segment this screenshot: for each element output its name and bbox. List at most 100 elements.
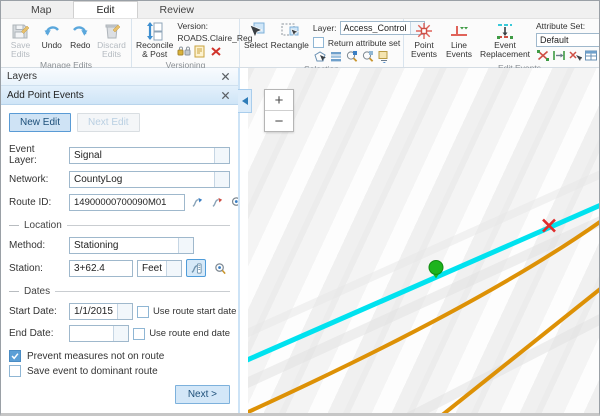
left-panel: Layers Add Point Events New Edit Next Ed… [1, 68, 239, 413]
event-replacement-icon [495, 21, 515, 41]
group-versioning: Reconcile & Post Version: ROADS.Claire_R… [132, 19, 240, 67]
start-date-label: Start Date: [9, 306, 65, 317]
point-events-button[interactable]: Point Events [407, 20, 441, 60]
point-events-icon [414, 21, 434, 41]
tab-edit[interactable]: Edit [73, 1, 137, 18]
ribbon: Map Edit Review Save Edits [1, 1, 599, 68]
event-layer-combo[interactable]: Signal [69, 147, 230, 164]
layers-pane-header: Layers [1, 68, 238, 86]
zoom-to-station-icon[interactable] [210, 259, 230, 277]
prevent-measures-checkbox[interactable] [9, 350, 21, 362]
app-window: Map Edit Review Save Edits [0, 0, 600, 416]
tab-review[interactable]: Review [138, 1, 216, 18]
ribbon-tabstrip: Map Edit Review [1, 1, 599, 19]
zoom-out-button[interactable]: − [265, 111, 293, 131]
end-date-combo[interactable] [69, 325, 129, 342]
route-id-combo[interactable]: 14900000700090M01 [69, 194, 185, 211]
method-caret-icon[interactable] [178, 238, 193, 253]
start-date-combo[interactable]: 1/1/2015 [69, 303, 133, 320]
selection-list-icon[interactable] [329, 50, 343, 63]
return-attribute-set-label: Return attribute set [328, 38, 400, 48]
save-dominant-route-checkbox[interactable] [9, 365, 21, 377]
zoom-to-selection-icon[interactable] [345, 50, 359, 63]
select-button[interactable]: Select [243, 20, 269, 52]
redo-icon [70, 21, 90, 41]
dates-separator: Dates [9, 286, 230, 297]
collapse-left-icon [242, 97, 248, 105]
next-button[interactable]: Next > [175, 385, 230, 404]
layers-close-icon[interactable] [218, 70, 232, 84]
event-replacement-button[interactable]: Event Replacement [477, 20, 533, 60]
network-caret-icon[interactable] [214, 172, 229, 187]
use-route-end-date-checkbox[interactable] [133, 328, 145, 340]
save-edits-button[interactable]: Save Edits [4, 20, 37, 60]
unit-combo[interactable]: Feet [137, 260, 182, 277]
group-edit-events: Point Events Line Events Event Replaceme… [404, 19, 600, 67]
retire-event-icon[interactable] [568, 49, 582, 62]
discard-edits-icon [102, 21, 122, 41]
selection-options-icon[interactable] [377, 50, 391, 63]
ribbon-body: Save Edits Undo Redo [1, 19, 599, 67]
delete-version-icon[interactable] [209, 45, 223, 58]
add-point-events-close-icon[interactable] [218, 88, 232, 102]
save-edits-icon [10, 21, 30, 41]
select-route-icon[interactable] [189, 193, 205, 211]
change-version-icon[interactable] [177, 45, 191, 58]
tab-map[interactable]: Map [9, 1, 73, 18]
start-date-caret-icon[interactable] [117, 304, 132, 319]
map-zoom-control: + − [264, 89, 294, 132]
layers-pane-title: Layers [7, 71, 218, 82]
zoom-in-button[interactable]: + [265, 90, 293, 111]
add-point-events-body: New Edit Next Edit Event Layer: Signal N… [1, 105, 238, 413]
use-route-end-date-label: Use route end date [149, 328, 230, 339]
line-events-icon [449, 21, 469, 41]
discard-edits-button[interactable]: Discard Edits [95, 20, 128, 60]
line-events-button[interactable]: Line Events [442, 20, 476, 60]
event-layer-caret-icon[interactable] [214, 148, 229, 163]
split-event-icon[interactable] [536, 49, 550, 62]
undo-icon [42, 21, 62, 41]
add-point-events-header: Add Point Events [1, 86, 238, 105]
rectangle-button[interactable]: Rectangle [270, 20, 310, 52]
new-version-icon[interactable] [193, 45, 207, 58]
map-view[interactable]: + − [248, 68, 599, 413]
attribute-set-label: Attribute Set: [536, 21, 600, 31]
group-manage-edits: Save Edits Undo Redo [1, 19, 132, 67]
pan-to-selection-icon[interactable] [361, 50, 375, 63]
use-route-start-date-label: Use route start date [153, 306, 236, 317]
panel-collapse-tab[interactable] [238, 89, 252, 113]
events-table-icon[interactable] [584, 49, 598, 62]
route-id-caret-icon[interactable] [170, 195, 184, 210]
end-date-caret-icon[interactable] [113, 326, 128, 341]
version-value: ROADS.Claire_Reg [177, 33, 239, 43]
zoom-to-route-icon[interactable] [229, 193, 238, 211]
attribute-set-combo[interactable]: Default [536, 33, 600, 47]
method-combo[interactable]: Stationing [69, 237, 194, 254]
save-dominant-route-label: Save event to dominant route [27, 366, 158, 377]
add-point-events-title: Add Point Events [7, 90, 218, 101]
use-route-start-date-checkbox[interactable] [137, 306, 149, 318]
unit-caret-icon[interactable] [166, 261, 181, 276]
reconcile-post-button[interactable]: Reconcile & Post [135, 20, 174, 60]
group-selection: Select Rectangle Layer: [240, 19, 404, 67]
end-date-label: End Date: [9, 328, 65, 339]
redo-button[interactable]: Redo [67, 20, 95, 52]
location-separator: Location [9, 220, 230, 231]
next-edit-button[interactable]: Next Edit [77, 113, 140, 132]
new-edit-button[interactable]: New Edit [9, 113, 71, 132]
station-input[interactable]: 3+62.4 [69, 260, 133, 277]
reconcile-post-icon [145, 21, 165, 41]
select-route-on-map-icon[interactable] [209, 193, 225, 211]
select-polygon-icon[interactable] [313, 50, 327, 63]
pick-location-tool-button[interactable] [186, 259, 206, 277]
layer-label: Layer: [313, 23, 337, 33]
station-label: Station: [9, 263, 65, 274]
method-label: Method: [9, 240, 65, 251]
merge-events-icon[interactable] [552, 49, 566, 62]
event-layer-label: Event Layer: [9, 144, 65, 166]
network-combo[interactable]: CountyLog [69, 171, 230, 188]
version-label: Version: [177, 21, 239, 31]
return-attribute-set-checkbox[interactable] [313, 37, 324, 48]
undo-button[interactable]: Undo [38, 20, 66, 52]
select-icon [246, 21, 266, 41]
